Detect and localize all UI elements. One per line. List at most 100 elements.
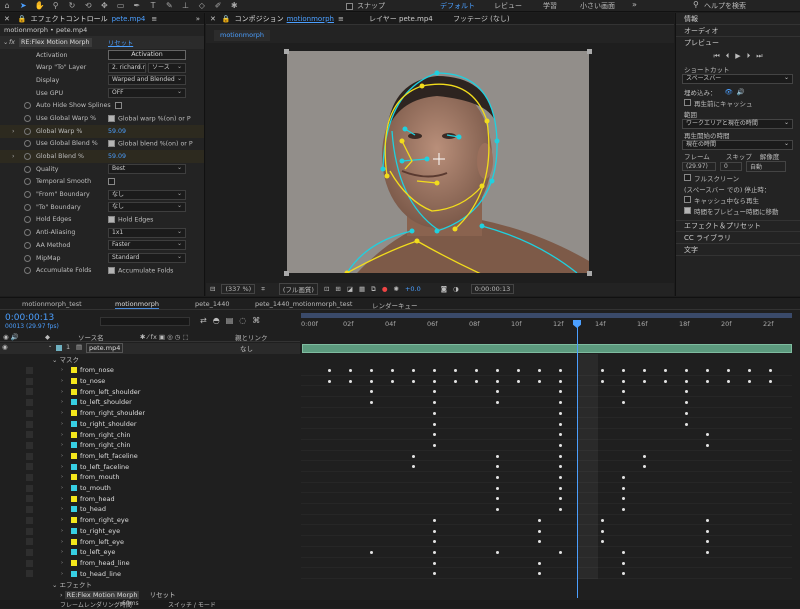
grid-icon[interactable]: ⊞ [335,285,340,293]
mask-name[interactable]: to_right_eye [80,527,120,535]
mask-lock-box[interactable] [26,527,33,535]
keyframe[interactable] [391,379,394,383]
mask-name[interactable]: to_head_line [80,570,121,578]
resolution-dropdown[interactable]: (フル画質) [278,283,318,295]
mask-row[interactable]: › from_nose [0,365,300,376]
mask-row[interactable]: › from_right_shoulder [0,408,300,419]
mask-expand-icon[interactable]: › [61,367,63,373]
keyframe[interactable] [706,529,709,533]
cache-while-option[interactable]: キャッシュ中なら再生 [676,194,800,205]
mask-track[interactable] [301,386,792,398]
mask-name[interactable]: to_left_faceline [80,463,129,471]
comp-close-icon[interactable]: ✕ [210,15,216,23]
keyframe[interactable] [622,508,625,512]
keyframe[interactable] [370,550,373,554]
mask-expand-icon[interactable]: › [61,571,63,577]
start-dropdown[interactable]: 現在の時間 [682,140,793,150]
keyframe[interactable] [664,369,667,372]
mask-color-swatch[interactable] [71,559,77,566]
fx-checkbox[interactable]: Global blend %(on) or P [108,140,193,148]
mask-row[interactable]: › to_left_faceline [0,461,300,472]
mask-expand-icon[interactable]: › [61,378,63,384]
mask-visibility-icon[interactable]: ◪ [347,285,353,293]
keyframe[interactable] [433,561,436,565]
composition-tab[interactable]: コンポジション [235,14,284,24]
mask-row[interactable]: › from_mouth [0,472,300,483]
frame-blend-icon[interactable]: ▤ [226,316,234,325]
zoom-dropdown[interactable]: (337 %) [221,284,256,294]
mask-row[interactable]: › from_right_chin [0,440,300,451]
keyframe[interactable] [496,379,499,383]
hand-tool-icon[interactable]: ✋ [34,1,44,11]
mask-row[interactable]: › from_left_eye [0,536,300,547]
stamp-tool-icon[interactable]: ⊥ [181,1,191,11]
frame-handle[interactable] [587,271,592,276]
mask-color-swatch[interactable] [71,570,77,577]
label-icon[interactable]: ◆ [45,333,50,341]
keyframe[interactable] [622,369,625,372]
keyframe[interactable] [706,379,709,383]
keyframe[interactable] [706,550,709,554]
workspace-learn[interactable]: 学習 [543,1,557,11]
keyframe[interactable] [433,540,436,544]
layer-tab[interactable]: レイヤー pete.mp4 [369,14,433,24]
mask-name[interactable]: from_nose [80,366,114,374]
info-panel-header[interactable]: 情報 [676,13,800,25]
mask-row[interactable]: › from_right_eye [0,515,300,526]
keyframe[interactable] [538,369,541,372]
cache-before-option[interactable]: 再生前にキャッシュ [676,97,800,108]
time-ruler[interactable]: 0:00f 02f 04f 06f 08f 10f 12f 14f 16f 18f 20f 22f [301,320,792,330]
keyframe[interactable] [496,486,499,490]
keyframe[interactable] [538,540,541,544]
keyframe[interactable] [622,476,625,479]
eraser-tool-icon[interactable]: ◇ [197,1,207,11]
keyframe[interactable] [622,497,625,501]
fx-dropdown[interactable]: Standard [108,253,186,264]
timeline-tab-2[interactable]: motionmorph [115,300,159,309]
include-video-icon[interactable]: 👁 [725,88,733,96]
fx-expand-icon[interactable]: ⌄ [3,39,8,46]
keyframe[interactable] [559,508,562,512]
keyframe[interactable] [706,518,709,522]
mask-track[interactable] [301,472,792,483]
keyframe[interactable] [643,454,646,458]
keyframe[interactable] [496,476,499,479]
workspace-review[interactable]: レビュー [494,1,522,11]
effect-controls-tab[interactable]: エフェクトコントロール [31,14,108,24]
keyframe[interactable] [685,401,688,405]
fx-dropdown[interactable]: 1x1 [108,227,186,238]
mask-row[interactable]: › to_head_line [0,568,300,579]
exposure-value[interactable]: +0.0 [405,285,421,293]
shortcut-dropdown[interactable]: スペースバー [682,74,793,84]
panel-expand-icon[interactable]: » [196,15,200,23]
mask-lock-box[interactable] [26,377,33,385]
layer-search-field[interactable] [100,317,190,326]
keyframe[interactable] [454,379,457,383]
keyframe[interactable] [475,369,478,372]
work-area-bar[interactable] [301,313,792,318]
stopwatch-icon[interactable] [24,229,31,237]
mask-lock-box[interactable] [26,538,33,546]
keyframe[interactable] [517,379,520,383]
fx-dropdown[interactable]: Best [108,164,186,175]
mask-row[interactable]: › to_head [0,504,300,515]
keyframe[interactable] [559,465,562,469]
composition-viewer[interactable] [206,43,674,283]
mask-lock-box[interactable] [26,409,33,417]
keyframe[interactable] [706,369,709,372]
mask-name[interactable]: from_right_chin [80,441,131,449]
effect-group-label[interactable]: ⌄ エフェクト [52,579,92,589]
mask-color-swatch[interactable] [71,378,77,385]
graph-editor-icon[interactable]: ⌘ [252,316,260,325]
mask-expand-icon[interactable]: › [61,410,63,416]
play-icon[interactable]: ▶ [735,52,740,60]
mask-name[interactable]: from_mouth [80,473,119,481]
mask-name[interactable]: from_head [80,495,115,503]
selection-tool-icon[interactable]: ➤ [18,1,28,11]
stopwatch-icon[interactable] [24,140,31,148]
stopwatch-icon[interactable] [24,127,31,135]
mask-track[interactable] [301,547,792,558]
mask-track[interactable] [301,536,792,547]
mask-track[interactable] [301,408,792,419]
mask-name[interactable]: to_left_eye [80,548,115,556]
